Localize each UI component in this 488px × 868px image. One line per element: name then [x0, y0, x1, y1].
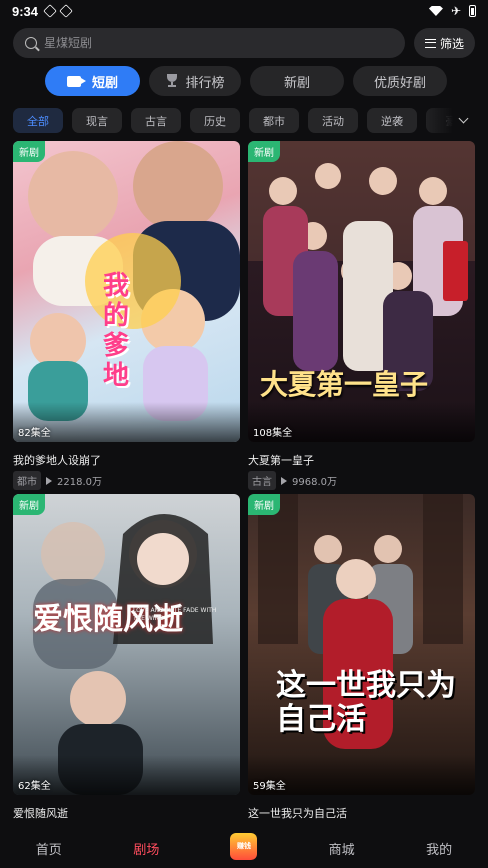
- nav-mall[interactable]: 商城: [293, 839, 391, 858]
- new-badge: 新剧: [248, 494, 280, 515]
- battery-icon: [469, 5, 476, 17]
- status-bar: 9:34 ✈: [0, 0, 488, 22]
- new-badge: 新剧: [248, 141, 280, 162]
- poster-image[interactable]: 爱恨随风逝 LOVE AND HATE FADE WITH THE WIND 新…: [13, 494, 240, 795]
- episode-count: 59集全: [253, 781, 286, 792]
- filter-label: 筛选: [439, 36, 464, 51]
- genre-chips: 全部 现言 古言 历史 都市 活动 逆袭 豪: [13, 108, 453, 133]
- drama-card[interactable]: 我的爹地 新剧 82集全 我的爹地人设崩了 都市 2218.0万: [13, 141, 240, 490]
- main-tabs: 短剧 排行榜 新剧 优质好剧: [45, 66, 447, 96]
- card-title[interactable]: 大夏第一皇子: [248, 452, 475, 467]
- play-icon: [281, 476, 287, 485]
- tab-new-drama[interactable]: 新剧: [250, 66, 344, 96]
- poster-illustration: [33, 514, 213, 795]
- earn-money-icon[interactable]: 赚钱: [230, 832, 258, 860]
- poster-image[interactable]: 大夏第一皇子 新剧 108集全: [248, 141, 475, 442]
- genre-tag: 都市: [13, 471, 41, 490]
- card-title[interactable]: 我的爹地人设崩了: [13, 452, 240, 467]
- chevron-down-icon: [458, 113, 468, 124]
- drama-card[interactable]: 大夏第一皇子 新剧 108集全 大夏第一皇子 古言 9968.0万: [248, 141, 475, 490]
- chip-urban[interactable]: 都市: [249, 108, 299, 133]
- filter-button[interactable]: 筛选: [414, 28, 475, 58]
- poster-image[interactable]: 这一世我只为自己活 新剧 59集全: [248, 494, 475, 795]
- poster-image[interactable]: 我的爹地 新剧 82集全: [13, 141, 240, 442]
- play-icon: [46, 476, 52, 485]
- search-icon: [25, 37, 37, 49]
- app-cube-icon: [43, 4, 57, 18]
- nav-home[interactable]: 首页: [0, 839, 98, 858]
- video-icon: [66, 75, 86, 87]
- tab-ranking[interactable]: 排行榜: [149, 66, 241, 96]
- episode-count: 108集全: [253, 428, 293, 439]
- chip-comeback[interactable]: 逆袭: [367, 108, 417, 133]
- chip-all[interactable]: 全部: [13, 108, 63, 133]
- drama-card[interactable]: 这一世我只为自己活 新剧 59集全 这一世我只为自己活: [248, 494, 475, 820]
- app-cube-icon: [59, 4, 73, 18]
- nav-profile[interactable]: 我的: [390, 839, 488, 858]
- trophy-icon: [165, 74, 179, 88]
- chip-modern-romance[interactable]: 现言: [72, 108, 122, 133]
- bottom-nav: 首页 剧场 赚钱 商城 我的: [0, 828, 488, 868]
- tab-quality-drama[interactable]: 优质好剧: [353, 66, 447, 96]
- episode-count: 62集全: [18, 781, 51, 792]
- status-time: 9:34: [12, 3, 39, 19]
- card-meta: 古言 9968.0万: [248, 471, 475, 490]
- tab-label: 新剧: [283, 75, 310, 91]
- chip-ancient-romance[interactable]: 古言: [131, 108, 181, 133]
- play-count: 2218.0万: [57, 477, 102, 488]
- chips-fade: [420, 108, 453, 133]
- expand-genres-button[interactable]: [453, 108, 473, 133]
- play-count: 9968.0万: [292, 477, 337, 488]
- chip-history[interactable]: 历史: [190, 108, 240, 133]
- search-bar[interactable]: [13, 28, 405, 58]
- chip-event[interactable]: 活动: [308, 108, 358, 133]
- new-badge: 新剧: [13, 494, 45, 515]
- poster-subtitle: LOVE AND HATE FADE WITH THE WIND: [133, 607, 217, 622]
- tab-label: 短剧: [91, 75, 118, 91]
- airplane-icon: ✈: [450, 4, 461, 18]
- drama-card[interactable]: 爱恨随风逝 LOVE AND HATE FADE WITH THE WIND 新…: [13, 494, 240, 820]
- card-title[interactable]: 爱恨随风逝: [13, 805, 240, 820]
- poster-title: 我的爹地: [103, 271, 130, 391]
- poster-title: 大夏第一皇子: [260, 368, 429, 401]
- tab-short-drama[interactable]: 短剧: [45, 66, 140, 96]
- nav-earn[interactable]: 赚钱: [195, 832, 293, 860]
- nav-theater[interactable]: 剧场: [98, 839, 196, 858]
- episode-count: 82集全: [18, 428, 51, 439]
- filter-icon: [424, 38, 436, 48]
- tab-label: 排行榜: [185, 75, 225, 91]
- card-title[interactable]: 这一世我只为自己活: [248, 805, 475, 820]
- search-input[interactable]: [44, 36, 344, 50]
- poster-illustration: [258, 494, 463, 749]
- tab-label: 优质好剧: [373, 75, 426, 91]
- card-meta: 都市 2218.0万: [13, 471, 240, 490]
- wifi-icon: [428, 6, 443, 16]
- genre-tag: 古言: [248, 471, 276, 490]
- new-badge: 新剧: [13, 141, 45, 162]
- poster-title: 这一世我只为自己活: [276, 668, 456, 737]
